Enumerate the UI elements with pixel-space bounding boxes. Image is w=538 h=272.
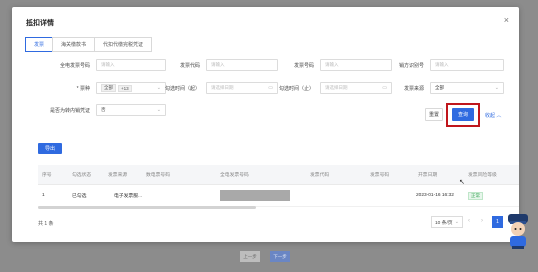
results-table: 序号 勾选状态 发票来源 数电票号码 全电发票号码 发票代码 发票号码 开票日期… — [38, 165, 519, 207]
invoice-no-label: 发票号码 — [293, 62, 314, 69]
page-size-select[interactable]: 10 条/页 ⌄ — [431, 216, 463, 228]
is-reinvoiced-field: 是否为转内销凭证 否 ⌄ — [32, 104, 166, 116]
check-time-end-placeholder: 请选择日期 — [325, 85, 348, 90]
horizontal-scrollbar[interactable] — [38, 206, 256, 209]
tab-customs-payment[interactable]: 海关缴款书 — [52, 37, 96, 52]
is-reinvoiced-label: 是否为转内销凭证 — [49, 107, 90, 114]
tab-invoice[interactable]: 发票 — [25, 37, 54, 52]
chevron-down-icon: ⌄ — [454, 219, 459, 225]
check-time-start-placeholder: 请选择日期 — [211, 85, 234, 90]
mouse-cursor-icon: ↖ — [459, 179, 465, 186]
reset-button[interactable]: 重置 — [425, 108, 443, 121]
is-reinvoiced-value: 否 — [101, 107, 106, 112]
next-page-icon[interactable]: › — [481, 218, 483, 224]
mascot-avatar-icon — [508, 214, 528, 249]
chevron-down-icon: ⌄ — [156, 107, 161, 113]
cell-check-status: 已勾选 — [72, 194, 87, 199]
check-time-end-input[interactable]: 请选择日期 ▭ — [320, 82, 392, 94]
is-reinvoiced-select[interactable]: 否 ⌄ — [96, 104, 166, 116]
close-icon[interactable]: × — [504, 15, 509, 25]
redacted-block — [220, 190, 290, 201]
invoice-source-label: 发票来源 — [403, 85, 424, 92]
status-badge: 正常 — [468, 192, 483, 200]
col-header: 勾选状态 — [72, 173, 92, 178]
seller-tax-id-label: 销方识别号 — [398, 62, 424, 69]
col-header: 开票日期 — [418, 173, 438, 178]
col-header: 数电票号码 — [146, 173, 170, 178]
invoice-source-select[interactable]: 全部 ⌄ — [430, 82, 504, 94]
collapse-link[interactable]: 收起 ︿ — [485, 112, 501, 119]
cell-date: 2023-01-16 16:32 — [416, 193, 454, 198]
col-header: 发票风险等级 — [468, 173, 497, 178]
invoice-code-label: 发票代码 — [179, 62, 200, 69]
bottom-actions: 上一步 下一步 — [240, 251, 300, 262]
invoice-no-input[interactable]: 请输入 — [320, 59, 392, 71]
invoice-no-field: 发票号码 请输入 — [274, 59, 392, 71]
col-header: 发票代码 — [310, 173, 330, 178]
check-time-start-label: 勾选时间（起） — [164, 85, 200, 92]
ticket-type-field: * 票种 全部 +13 ⌄ — [32, 82, 166, 94]
ticket-type-label: * 票种 — [76, 85, 90, 92]
col-header: 发票号码 — [370, 173, 390, 178]
prev-page-icon[interactable]: ‹ — [468, 218, 470, 224]
full-invoice-no-field: 全电发票号码 请输入 — [32, 59, 166, 71]
invoice-code-field: 发票代码 请输入 — [152, 59, 278, 71]
invoice-code-input[interactable]: 请输入 — [206, 59, 278, 71]
modal-title: 抵扣详情 — [26, 20, 54, 27]
collapse-label: 收起 — [485, 113, 496, 119]
ticket-type-more-tag: +13 — [118, 84, 132, 92]
table-header: 序号 勾选状态 发票来源 数电票号码 全电发票号码 发票代码 发票号码 开票日期… — [38, 165, 519, 185]
check-time-end-label: 勾选时间（止） — [278, 85, 314, 92]
seller-tax-id-field: 销方识别号 请输入 — [384, 59, 504, 71]
cell-source: 电子发票服... — [114, 194, 142, 199]
invoice-source-value: 全部 — [435, 85, 444, 90]
col-header: 全电发票号码 — [220, 173, 249, 178]
next-step-button[interactable]: 下一步 — [270, 251, 290, 262]
chevron-up-icon: ︿ — [496, 113, 502, 119]
invoice-source-field: 发票来源 全部 ⌄ — [384, 82, 504, 94]
tab-withholding-certificate[interactable]: 代扣代缴完税凭证 — [94, 37, 153, 52]
check-time-start-field: 勾选时间（起） 请选择日期 ▭ — [152, 82, 278, 94]
seller-tax-id-input[interactable]: 请输入 — [430, 59, 504, 71]
export-button[interactable]: 导出 — [38, 143, 62, 154]
tab-bar: 发票 海关缴款书 代扣代缴完税凭证 — [25, 37, 153, 52]
calendar-icon: ▭ — [268, 85, 273, 91]
ticket-type-tag: 全部 — [101, 84, 116, 92]
page-size-value: 10 条/页 — [435, 220, 453, 226]
col-header: 发票来源 — [108, 173, 128, 178]
cell-index: 1 — [42, 193, 45, 198]
col-header: 序号 — [42, 173, 52, 178]
prev-step-button[interactable]: 上一步 — [240, 251, 260, 262]
table-row[interactable]: 1 已勾选 电子发票服... 2023-01-16 16:32 正常 — [38, 185, 519, 207]
deduction-detail-modal: 抵扣详情 × 发票 海关缴款书 代扣代缴完税凭证 全电发票号码 请输入 发票代码… — [12, 7, 519, 242]
check-time-start-input[interactable]: 请选择日期 ▭ — [206, 82, 278, 94]
total-count: 共 1 条 — [38, 221, 54, 227]
page-number-button[interactable]: 1 — [492, 216, 503, 228]
full-invoice-no-label: 全电发票号码 — [59, 62, 90, 69]
highlight-annotation — [446, 103, 480, 127]
chevron-down-icon: ⌄ — [494, 85, 499, 91]
check-time-end-field: 勾选时间（止） 请选择日期 ▭ — [274, 82, 392, 94]
